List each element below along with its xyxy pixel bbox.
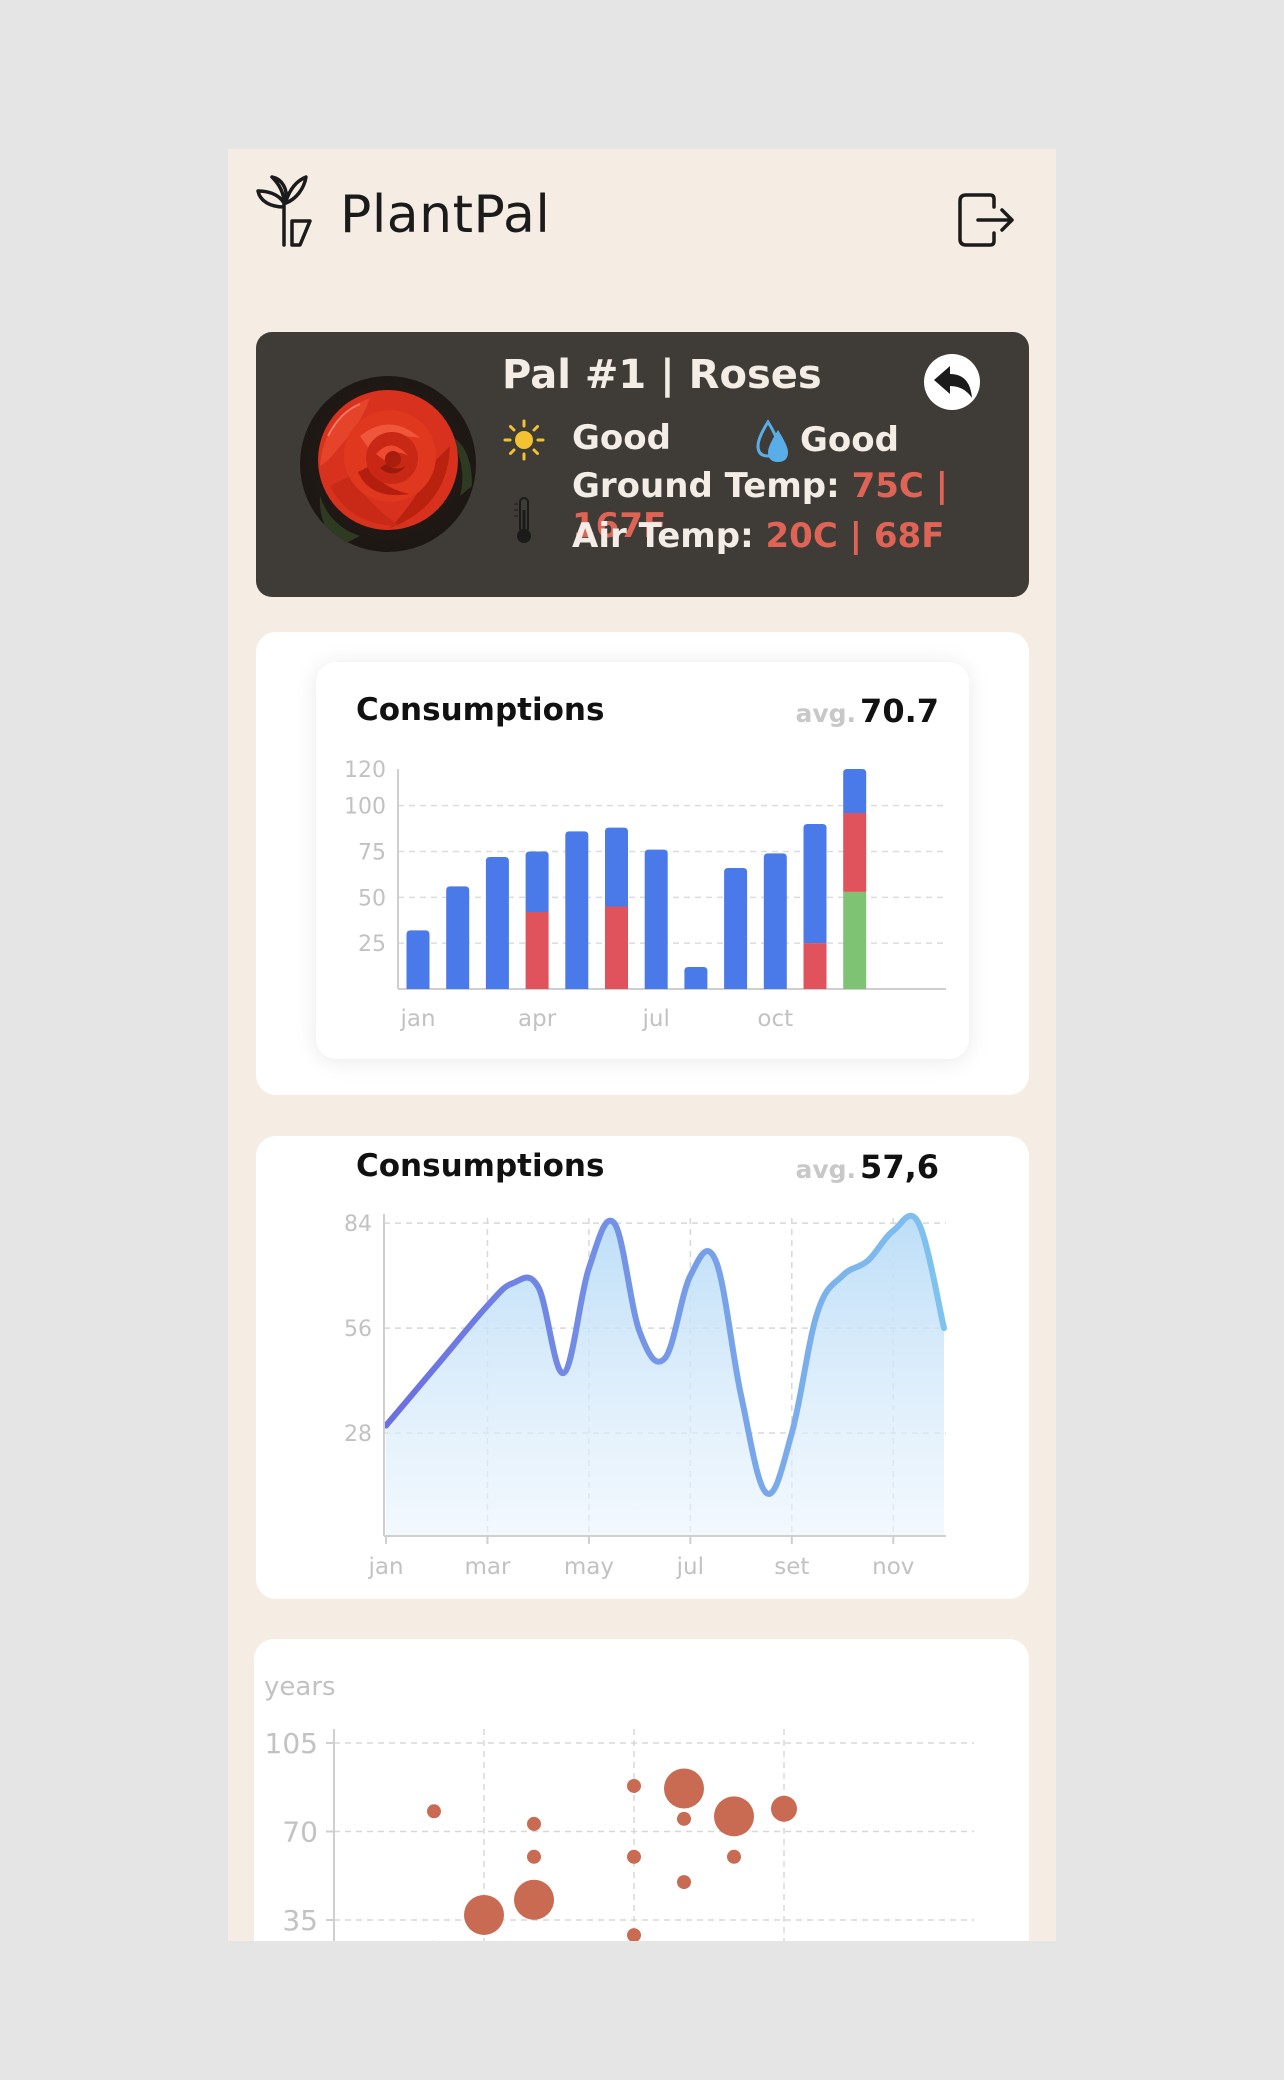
thermometer-icon — [514, 497, 531, 543]
air-temp: Air Temp: 20C | 68F — [572, 516, 944, 556]
plant-photo — [300, 376, 476, 552]
app-title: PlantPal — [340, 185, 551, 245]
area-chart-card: Consumptions avg. 57,6 28 56 84 jan mar may jul… — [316, 1136, 969, 1599]
bar-segment — [605, 827, 628, 907]
bar-segment — [684, 967, 708, 989]
water-status: Good — [800, 420, 899, 460]
scatter-point — [664, 1768, 704, 1809]
scatter-point — [527, 1849, 541, 1864]
plant-info-card: Pal #1 | Roses Good Good Ground Temp: 75… — [256, 332, 1029, 597]
bar-segment — [525, 912, 549, 989]
plant-title: Pal #1 | Roses — [502, 352, 822, 398]
bar-segment — [485, 857, 509, 989]
bar-segment — [763, 853, 787, 989]
scatter-point — [727, 1849, 741, 1864]
scatter-point — [627, 1778, 641, 1793]
area-x-tick-label: set — [774, 1554, 809, 1580]
scatter-chart-panel: years 35 70 105 — [254, 1639, 1029, 1941]
bar-x-tick-label: jan — [399, 1006, 435, 1032]
scatter-point — [714, 1796, 754, 1837]
reply-arrow-icon — [934, 366, 972, 398]
scatter-point — [627, 1849, 641, 1864]
bar-segment — [843, 813, 867, 892]
bar-chart-card: Consumptions avg. 70.7 25 50 75 100 120 jan apr… — [316, 662, 969, 1059]
area-chart-panel: Consumptions avg. 57,6 28 56 84 jan mar may jul… — [256, 1136, 1029, 1599]
air-temp-label: Air Temp: — [572, 516, 754, 556]
bar-chart: 25 50 75 100 120 jan apr jul oct — [344, 758, 946, 1032]
area-x-tick-label: nov — [872, 1554, 914, 1580]
bar-segment — [446, 886, 470, 989]
bar-y-tick-label: 100 — [344, 795, 386, 820]
logout-icon[interactable] — [956, 189, 1016, 251]
scatter-point — [677, 1875, 691, 1890]
bar-y-tick-label: 120 — [344, 758, 386, 783]
back-button[interactable] — [924, 354, 980, 410]
area-x-tick-label: jan — [367, 1554, 403, 1580]
bar-x-tick-label: apr — [518, 1006, 557, 1032]
bar-y-tick-label: 50 — [358, 886, 386, 911]
bar-segment — [565, 831, 589, 989]
bar-segment — [843, 769, 867, 813]
bar-x-tick-label: oct — [757, 1006, 793, 1032]
scatter-y-tick-label: 70 — [282, 1816, 318, 1849]
bar-segment — [803, 943, 827, 989]
sun-icon — [503, 419, 545, 461]
scatter-point — [771, 1795, 797, 1822]
area-x-tick-label: mar — [464, 1554, 510, 1580]
area-y-tick-label: 84 — [344, 1212, 372, 1237]
bar-y-tick-label: 75 — [358, 841, 386, 866]
area-x-tick-label: may — [564, 1554, 614, 1580]
plant-sprout-icon — [256, 175, 312, 247]
scatter-point — [627, 1928, 641, 1941]
scatter-point — [427, 1804, 441, 1819]
bar-segment — [724, 868, 748, 989]
area-chart: 28 56 84 jan mar may jul set nov — [344, 1212, 947, 1580]
scatter-y-tick-label: 35 — [282, 1904, 318, 1937]
air-temp-value: 20C | 68F — [765, 516, 945, 556]
bar-segment — [843, 891, 867, 989]
bar-y-tick-label: 25 — [358, 932, 386, 957]
area-y-tick-label: 28 — [344, 1422, 372, 1447]
water-drop-icon — [756, 419, 788, 462]
bar-chart-panel: Consumptions avg. 70.7 25 50 75 100 120 jan apr… — [256, 632, 1029, 1095]
scatter-point — [527, 1816, 541, 1831]
light-status: Good — [572, 418, 671, 458]
app-header: PlantPal — [228, 149, 1056, 299]
bar-segment — [605, 906, 628, 989]
bar-segment — [525, 851, 549, 912]
scatter-point — [677, 1811, 691, 1826]
bar-segment — [644, 849, 668, 989]
area-x-tick-label: jul — [676, 1554, 704, 1580]
bubble-chart: years 35 70 105 — [264, 1672, 974, 1941]
area-y-tick-label: 56 — [344, 1317, 372, 1342]
scatter-point — [464, 1894, 504, 1935]
scatter-y-axis-label: years — [264, 1672, 336, 1702]
app-screen: PlantPal Pal #1 | Roses Good Good Ground… — [228, 149, 1056, 1941]
scatter-point — [514, 1879, 554, 1920]
scatter-y-tick-label: 105 — [265, 1727, 318, 1760]
bar-segment — [803, 824, 827, 944]
bar-x-tick-label: jul — [642, 1006, 670, 1032]
bar-segment — [406, 930, 430, 989]
rose-image — [318, 390, 472, 546]
ground-temp-label: Ground Temp: — [572, 466, 840, 506]
